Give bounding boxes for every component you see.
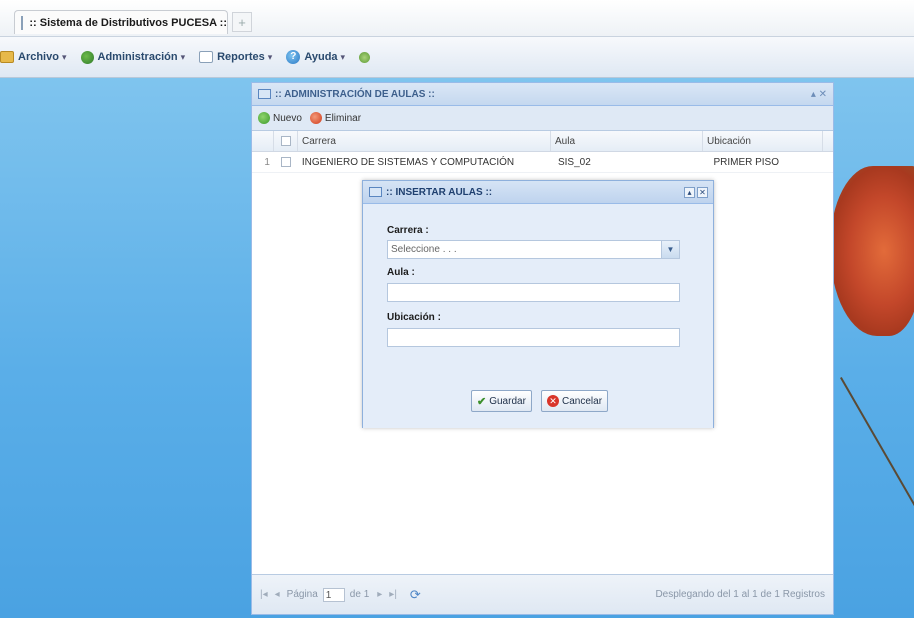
new-tab-button[interactable]: + — [232, 12, 252, 32]
row-select[interactable] — [274, 157, 298, 167]
menu-bar: Archivo ▾ Administración ▾ Reportes ▾ ? … — [0, 36, 914, 78]
save-button[interactable]: ✔ Guardar — [471, 390, 532, 412]
chevron-down-icon: ▾ — [267, 51, 273, 62]
refresh-icon[interactable]: ⟳ — [410, 587, 421, 603]
grid-header-select[interactable] — [274, 131, 298, 151]
menu-archivo[interactable]: Archivo ▾ — [0, 51, 67, 63]
ubicacion-field[interactable] — [387, 328, 680, 347]
cancel-button-label: Cancelar — [562, 395, 603, 407]
chevron-down-icon: ▾ — [340, 51, 346, 62]
carrera-label: Carrera : — [387, 225, 429, 236]
delete-button-label: Eliminar — [324, 112, 362, 124]
cell-aula: SIS_02 — [557, 156, 591, 168]
select-all-checkbox[interactable] — [280, 136, 291, 146]
menu-reportes[interactable]: Reportes ▾ — [199, 51, 272, 63]
dialog-title: :: INSERTAR AULAS :: — [386, 186, 493, 198]
grid-header-number — [252, 131, 274, 151]
table-row[interactable]: 1 INGENIERO DE SISTEMAS Y COMPUTACIÓN SI… — [252, 152, 833, 173]
cell-ubicacion: PRIMER PISO — [713, 156, 780, 168]
folder-icon — [0, 51, 14, 63]
column-header-aula[interactable]: Aula — [551, 131, 703, 151]
save-button-label: Guardar — [489, 395, 526, 407]
paging-info: Desplegando del 1 al 1 de 1 Registros — [655, 589, 825, 600]
window-tools[interactable]: ▴ ✕ — [811, 89, 827, 100]
page-icon — [21, 15, 24, 30]
dialog-header: :: INSERTAR AULAS :: ▴ ✕ — [363, 181, 713, 204]
check-icon: ✔ — [477, 395, 487, 408]
branch-decoration — [840, 377, 914, 552]
browser-tab-title: :: Sistema de Distributivos PUCESA :: — [29, 16, 227, 29]
cell-carrera: INGENIERO DE SISTEMAS Y COMPUTACIÓN — [301, 156, 515, 168]
report-icon — [199, 51, 214, 63]
window-header: :: ADMINISTRACIÓN DE AULAS :: ▴ ✕ — [252, 83, 833, 106]
menu-administracion[interactable]: Administración ▾ — [80, 50, 186, 64]
menu-archivo-label: Archivo — [18, 51, 59, 63]
carrera-combo[interactable]: Seleccione . . . ▼ — [387, 240, 680, 259]
page-number-input[interactable]: 1 — [322, 587, 345, 602]
browser-tab-strip: :: Sistema de Distributivos PUCESA :: + — [0, 0, 914, 36]
chevron-down-icon[interactable]: ▼ — [661, 241, 679, 258]
carrera-combo-value: Seleccione . . . — [391, 244, 457, 255]
next-page-icon[interactable]: ▸ — [377, 589, 382, 600]
ubicacion-label: Ubicación : — [387, 312, 441, 323]
close-icon[interactable]: ✕ — [697, 186, 708, 198]
cancel-icon: ✕ — [547, 395, 559, 407]
cancel-button[interactable]: ✕ Cancelar — [541, 390, 609, 412]
add-icon — [258, 112, 270, 124]
new-button-label: Nuevo — [273, 112, 302, 124]
column-header-ubicacion[interactable]: Ubicación — [703, 131, 823, 151]
prev-page-icon[interactable]: ◂ — [275, 589, 280, 600]
aula-field[interactable] — [387, 283, 680, 302]
chevron-down-icon: ▾ — [180, 51, 186, 62]
row-number: 1 — [264, 156, 270, 168]
window-toolbar: Nuevo Eliminar — [252, 106, 833, 131]
menu-ayuda[interactable]: ? Ayuda ▾ — [286, 50, 345, 64]
menu-administracion-label: Administración — [97, 51, 178, 63]
help-icon: ? — [286, 50, 301, 64]
dialog-body: Carrera : Seleccione . . . ▼ Aula : Ubic… — [363, 204, 713, 428]
browser-tab[interactable]: :: Sistema de Distributivos PUCESA :: — [14, 10, 228, 34]
leaf-icon[interactable] — [359, 51, 371, 63]
last-page-icon[interactable]: ▸| — [389, 589, 397, 600]
insert-aulas-dialog: :: INSERTAR AULAS :: ▴ ✕ Carrera : Selec… — [362, 180, 714, 428]
window-icon — [258, 89, 271, 99]
window-title: :: ADMINISTRACIÓN DE AULAS :: — [275, 88, 435, 100]
leaf-decoration — [830, 166, 914, 336]
menu-ayuda-label: Ayuda — [304, 51, 338, 63]
dialog-icon — [369, 187, 382, 197]
paging-toolbar: |◂ ◂ Página 1 de 1 ▸ ▸| ⟳ Desplegando de… — [252, 574, 833, 614]
page-of-label: de 1 — [349, 589, 370, 600]
aula-label: Aula : — [387, 267, 415, 278]
admin-icon — [80, 50, 94, 64]
new-button[interactable]: Nuevo — [258, 112, 302, 124]
first-page-icon[interactable]: |◂ — [260, 589, 268, 600]
delete-button[interactable]: Eliminar — [309, 112, 362, 124]
row-checkbox[interactable] — [280, 157, 291, 167]
collapse-icon[interactable]: ▴ — [684, 186, 695, 198]
delete-icon — [309, 112, 322, 124]
page-label: Página — [286, 589, 318, 600]
chevron-down-icon: ▾ — [61, 51, 67, 62]
menu-reportes-label: Reportes — [217, 51, 265, 63]
grid-header: Carrera Aula Ubicación — [252, 131, 833, 152]
column-header-carrera[interactable]: Carrera — [298, 131, 551, 151]
dialog-tools: ▴ ✕ — [682, 186, 708, 198]
